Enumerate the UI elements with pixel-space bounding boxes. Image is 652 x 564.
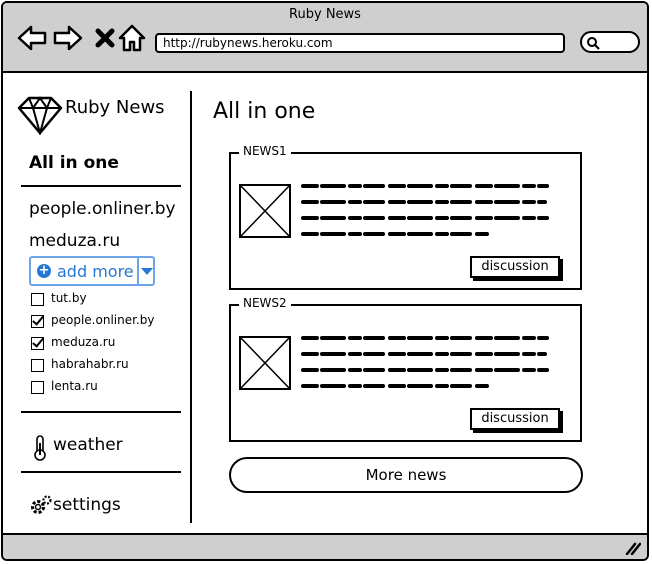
ruby-logo-icon [17, 96, 63, 135]
nav-item-source[interactable]: meduza.ru [29, 231, 120, 251]
browser-window: Ruby News http://rubynews.heroku.com Rub… [1, 1, 649, 561]
more-news-button[interactable]: More news [229, 457, 583, 493]
news-card-legend: NEWS1 [239, 144, 291, 158]
checkbox-box[interactable] [31, 359, 44, 372]
brand-name: Ruby News [65, 97, 165, 118]
status-bar [3, 533, 647, 559]
news-card: NEWS1 discussion [229, 144, 582, 290]
nav-item-all-in-one[interactable]: All in one [29, 153, 119, 173]
nav-item-settings[interactable]: settings [53, 495, 121, 515]
dropdown-separator [137, 258, 139, 284]
news-card-legend: NEWS2 [239, 296, 291, 310]
page-title: All in one [213, 99, 316, 124]
news-text-scribble [301, 184, 549, 236]
checkbox-label: meduza.ru [51, 335, 116, 349]
news-card: NEWS2 discussion [229, 296, 582, 442]
checkbox-label: tut.by [51, 291, 87, 305]
news-text-scribble [301, 336, 549, 388]
checkbox-box[interactable] [31, 337, 44, 350]
discussion-button[interactable]: discussion [470, 256, 560, 278]
close-x-icon[interactable] [90, 23, 120, 53]
sidebar-divider [21, 471, 181, 473]
checkbox-box[interactable] [31, 293, 44, 306]
nav-item-source[interactable]: people.onliner.by [29, 199, 176, 219]
chevron-down-icon[interactable] [141, 268, 153, 275]
add-more-label: add more [57, 262, 134, 281]
search-field[interactable] [580, 31, 640, 53]
nav-item-weather[interactable]: weather [53, 435, 123, 455]
checkbox-label: habrahabr.ru [51, 357, 129, 371]
thermometer-icon [34, 435, 46, 461]
image-placeholder-icon [239, 184, 291, 238]
gears-icon [31, 495, 52, 514]
sidebar-vertical-divider [190, 91, 192, 523]
checkbox-box[interactable] [31, 315, 44, 328]
sidebar-divider [21, 411, 181, 413]
search-icon [587, 37, 600, 50]
discussion-button[interactable]: discussion [470, 408, 560, 430]
window-title: Ruby News [289, 7, 361, 22]
checkbox-box[interactable] [31, 381, 44, 394]
forward-arrow-icon[interactable] [53, 23, 83, 53]
checkbox-label: people.onliner.by [51, 313, 155, 327]
address-bar[interactable]: http://rubynews.heroku.com [155, 33, 565, 53]
page-content: Ruby News All in one people.onliner.by m… [3, 73, 647, 535]
checkbox-label: lenta.ru [51, 379, 98, 393]
home-icon[interactable] [117, 23, 147, 53]
sidebar-divider [21, 185, 181, 187]
image-placeholder-icon [239, 336, 291, 390]
back-arrow-icon[interactable] [17, 23, 47, 53]
plus-circle-icon: + [37, 263, 51, 278]
add-more-dropdown[interactable]: + add more [29, 256, 155, 286]
browser-titlebar: Ruby News http://rubynews.heroku.com [3, 3, 647, 73]
resize-grip-icon[interactable] [625, 541, 641, 555]
